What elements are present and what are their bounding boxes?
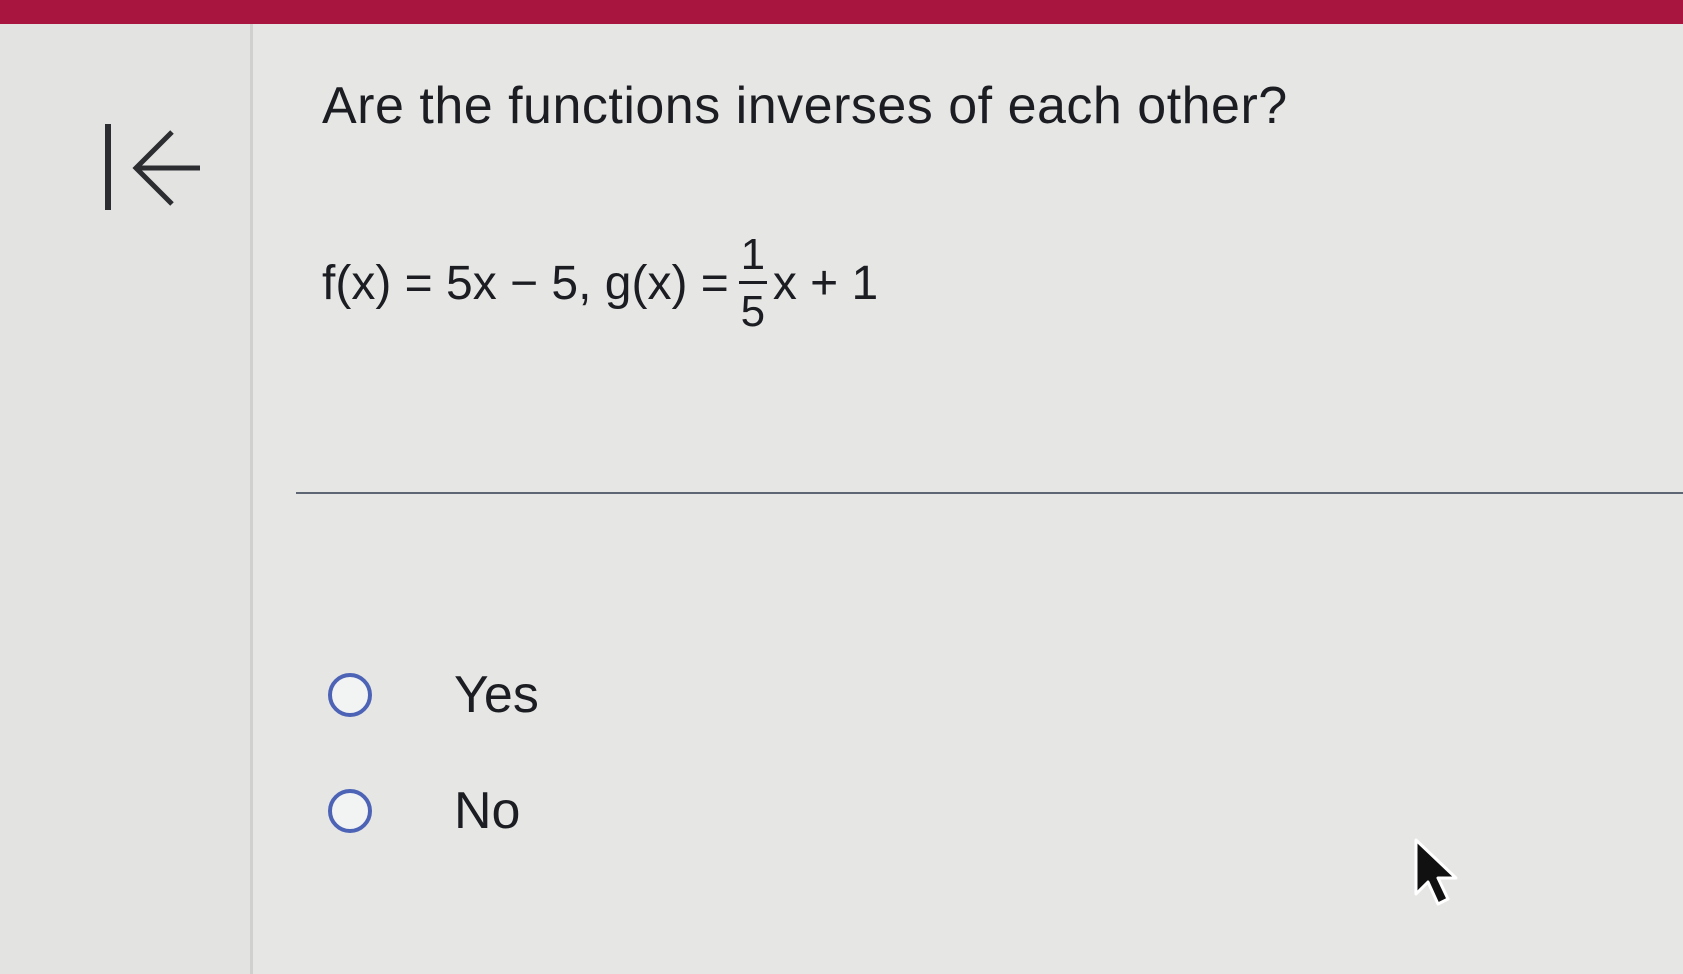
fraction-denominator: 5 bbox=[740, 286, 766, 336]
radio-button-yes[interactable] bbox=[328, 673, 372, 717]
top-bar bbox=[0, 0, 1683, 24]
option-label-no: No bbox=[454, 782, 521, 840]
back-button[interactable] bbox=[100, 118, 204, 218]
option-yes[interactable]: Yes bbox=[328, 660, 539, 730]
pane-divider bbox=[250, 24, 253, 974]
fraction: 1 5 bbox=[738, 229, 767, 336]
equation-g-tail: x + 1 bbox=[772, 256, 879, 310]
fraction-numerator: 1 bbox=[740, 229, 766, 279]
option-no[interactable]: No bbox=[328, 776, 520, 846]
section-divider bbox=[296, 492, 1683, 494]
radio-button-no[interactable] bbox=[328, 789, 372, 833]
function-equation: f(x) = 5x − 5, g(x) = 1 5 x + 1 bbox=[322, 208, 878, 358]
option-label-yes: Yes bbox=[454, 666, 539, 724]
arrow-left-to-bar-icon bbox=[105, 124, 200, 210]
question-prompt: Are the functions inverses of each other… bbox=[322, 77, 1288, 135]
screen: Are the functions inverses of each other… bbox=[0, 0, 1683, 974]
equation-f-part: f(x) = 5x − 5, g(x) = bbox=[322, 256, 729, 310]
mouse-pointer-icon bbox=[1414, 838, 1458, 906]
